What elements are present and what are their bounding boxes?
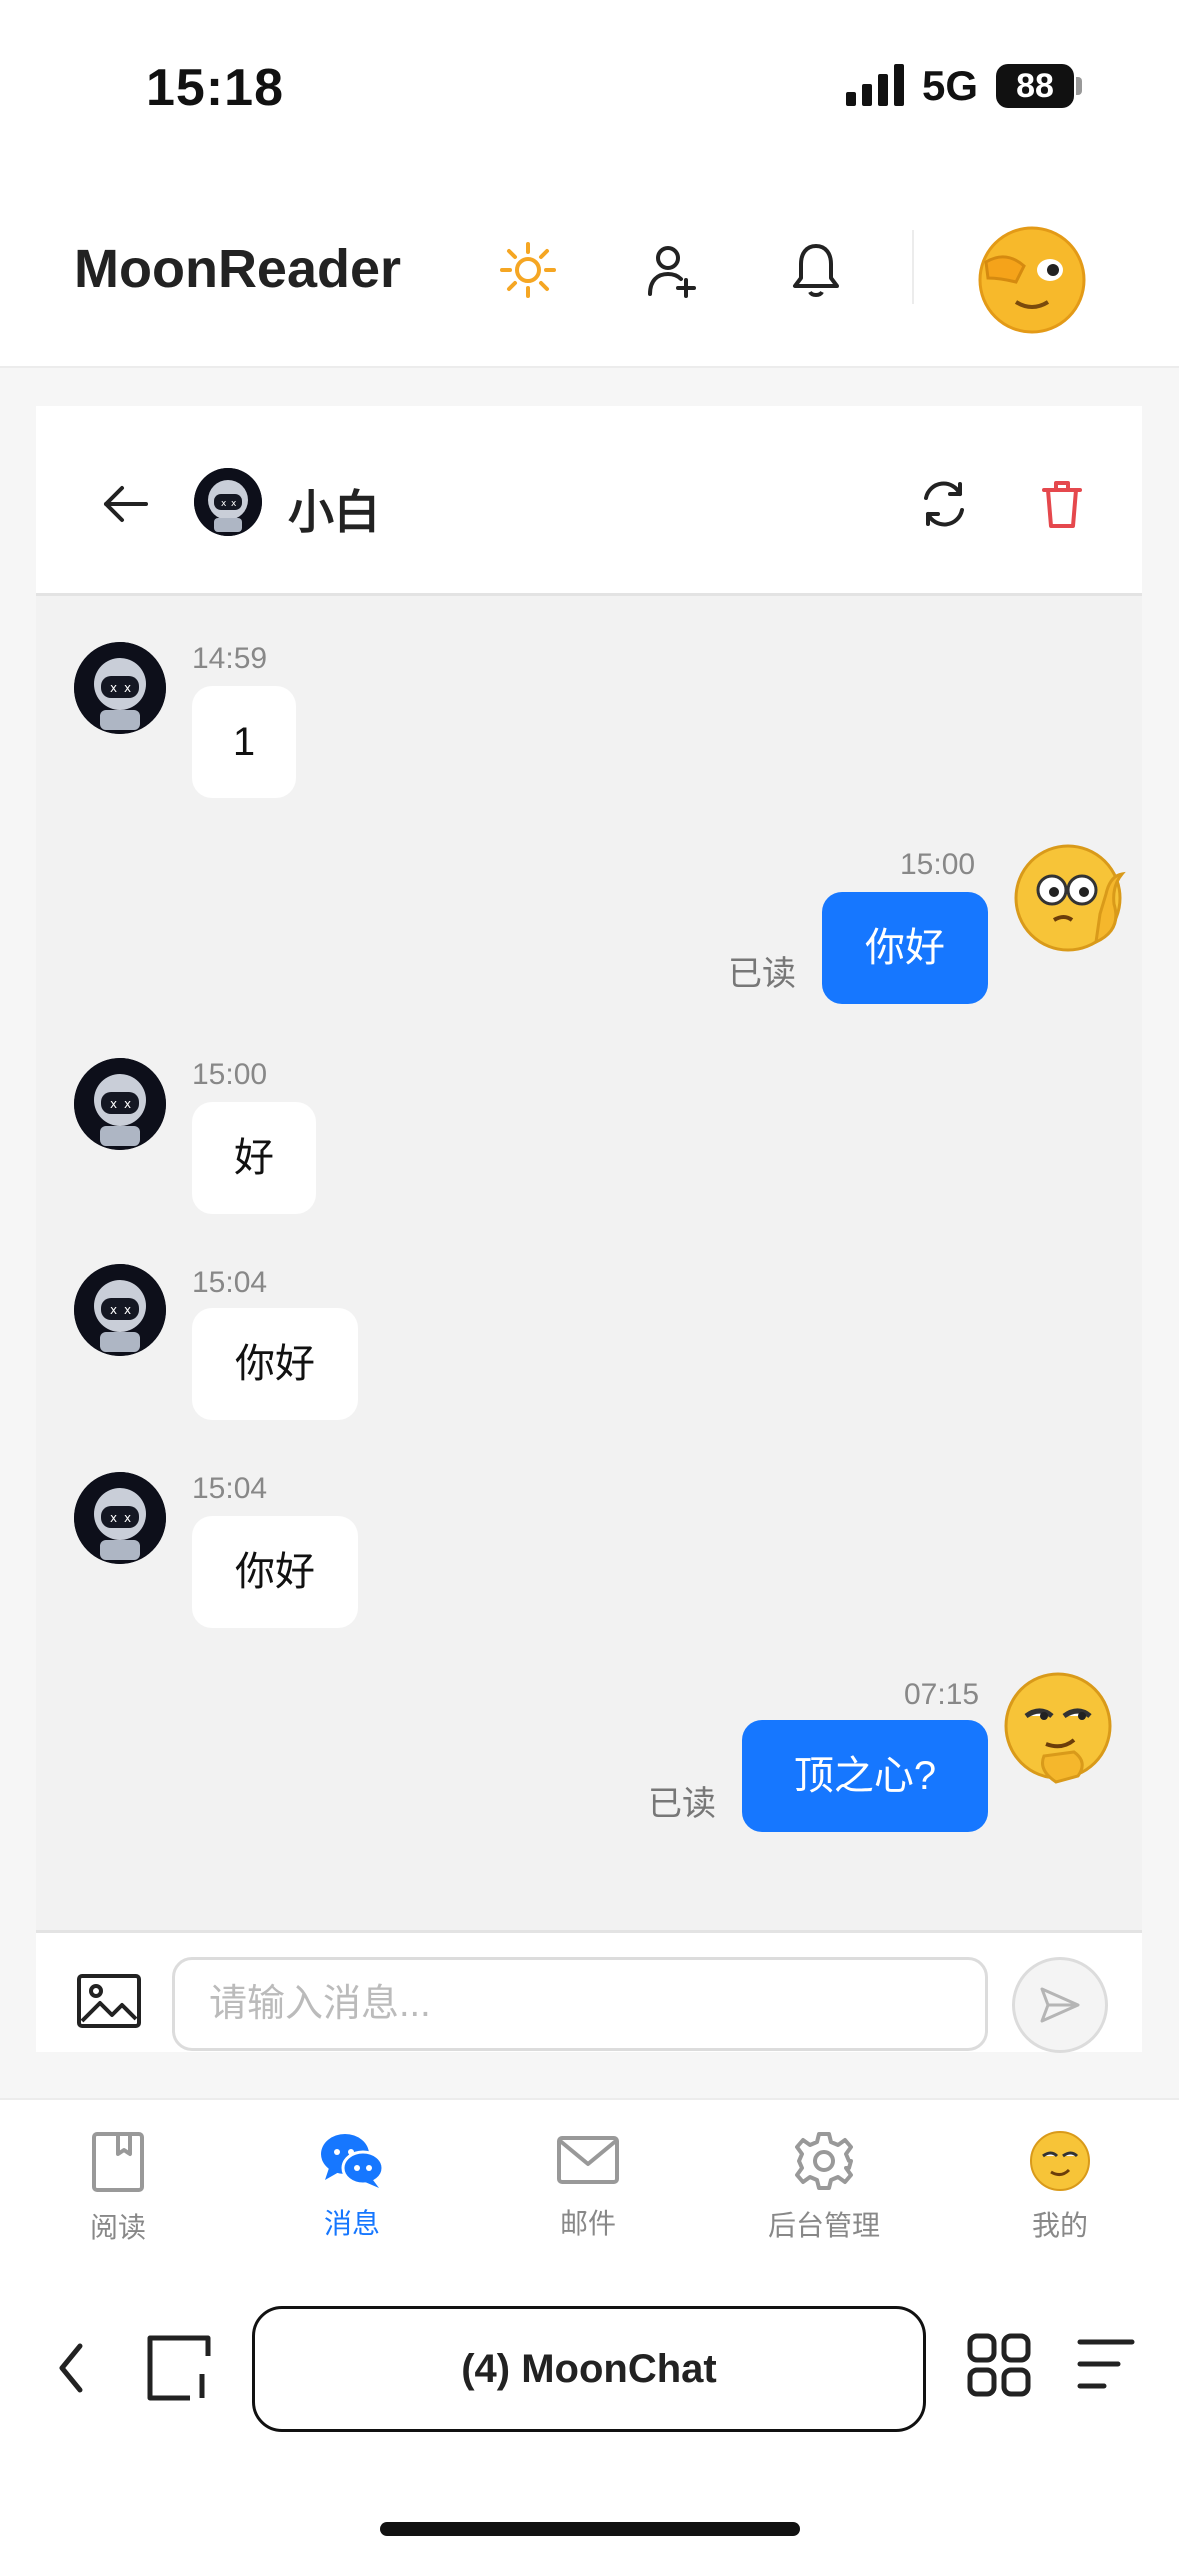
nav-item-messages[interactable]: 消息 (252, 2130, 452, 2250)
image-upload-icon[interactable] (76, 1973, 142, 2029)
contact-avatar[interactable]: x x (74, 1264, 166, 1356)
address-bar[interactable]: (4) MoonChat (252, 2306, 926, 2432)
contact-name: 小白 (288, 486, 380, 538)
nav-label: 后台管理 (767, 2210, 880, 2241)
svg-text:x: x (110, 1097, 117, 1111)
browser-toolbar: (4) MoonChat (0, 2278, 1179, 2556)
svg-text:x: x (124, 681, 131, 695)
read-status: 已读 (648, 1785, 716, 1823)
message-bubble-incoming[interactable]: 1 (192, 686, 296, 798)
message-time: 15:04 (192, 1266, 268, 1299)
page: 15:18 5G 88 MoonReader x x 小白 x x 14:59 … (0, 0, 1179, 2556)
chat-header: x x 小白 (36, 406, 1142, 596)
contact-avatar[interactable]: x x (194, 468, 262, 536)
thinking-emoji-avatar[interactable] (1010, 834, 1134, 958)
message-time: 15:00 (192, 1058, 268, 1091)
send-button[interactable] (1012, 1957, 1108, 2053)
smug-emoji-avatar[interactable] (998, 1666, 1122, 1790)
message-bubble-incoming[interactable]: 好 (192, 1102, 316, 1214)
svg-text:x: x (110, 1303, 117, 1317)
menu-icon[interactable] (1076, 2334, 1136, 2394)
nav-item-admin[interactable]: 后台管理 (724, 2130, 924, 2250)
app-title[interactable]: MoonReader (74, 238, 401, 300)
nav-item-mail[interactable]: 邮件 (488, 2130, 688, 2250)
nav-label: 阅读 (89, 2212, 146, 2243)
avatar-icon (1030, 2131, 1090, 2191)
home-indicator (380, 2522, 800, 2536)
nav-label: 消息 (323, 2208, 380, 2239)
read-status: 已读 (728, 955, 796, 993)
nav-item-profile[interactable]: 我的 (960, 2130, 1160, 2250)
network-label: 5G (922, 62, 979, 109)
message-time: 15:00 (900, 848, 976, 881)
contact-avatar[interactable]: x x (74, 642, 166, 734)
trash-icon[interactable] (1030, 472, 1094, 536)
nav-item-read[interactable]: 阅读 (18, 2130, 218, 2250)
message-bubble-outgoing[interactable]: 顶之心? (742, 1720, 988, 1832)
contact-avatar[interactable]: x x (74, 1058, 166, 1150)
svg-text:x: x (221, 499, 227, 509)
add-user-icon[interactable] (636, 234, 708, 306)
nav-label: 邮件 (559, 2208, 616, 2239)
status-time: 15:18 (146, 59, 284, 117)
refresh-icon[interactable] (912, 472, 976, 536)
message-time: 07:15 (904, 1678, 980, 1711)
svg-text:x: x (231, 499, 237, 509)
svg-text:x: x (110, 1511, 117, 1525)
chat-panel: x x 小白 x x 14:59 1 15:00 已读 你好 x x 15:00… (36, 406, 1142, 2053)
signal-icon (846, 64, 904, 106)
contact-avatar[interactable]: x x (74, 1472, 166, 1564)
battery-tip (1076, 77, 1082, 95)
svg-text:x: x (124, 1511, 131, 1525)
header-divider (912, 230, 914, 304)
message-composer: 请输入消息... (36, 1930, 1142, 2053)
message-bubble-incoming[interactable]: 你好 (192, 1516, 358, 1628)
book-icon (92, 2132, 144, 2192)
send-icon (1040, 1987, 1080, 2023)
svg-text:x: x (124, 1303, 131, 1317)
svg-text:x: x (124, 1097, 131, 1111)
browser-back-icon[interactable] (50, 2338, 94, 2398)
chat-icon (321, 2134, 385, 2188)
app-header: MoonReader (0, 170, 1179, 368)
tab-switch-icon[interactable] (146, 2334, 212, 2402)
message-input[interactable]: 请输入消息... (172, 1957, 988, 2051)
bell-icon[interactable] (780, 234, 852, 306)
battery-icon: 88 (996, 64, 1074, 108)
mail-icon (557, 2136, 619, 2184)
status-bar: 15:18 5G 88 (0, 0, 1179, 170)
message-bubble-incoming[interactable]: 你好 (192, 1308, 358, 1420)
grid-icon[interactable] (966, 2332, 1032, 2398)
message-time: 14:59 (192, 642, 268, 675)
message-list[interactable]: x x 14:59 1 15:00 已读 你好 x x 15:00 好 x x … (36, 596, 1142, 1930)
back-arrow-icon[interactable] (94, 472, 158, 536)
gear-icon (795, 2132, 853, 2190)
user-avatar[interactable] (976, 222, 1088, 334)
nav-label: 我的 (1031, 2210, 1088, 2241)
message-bubble-outgoing[interactable]: 你好 (822, 892, 988, 1004)
svg-text:x: x (110, 681, 117, 695)
theme-toggle-sun-icon[interactable] (492, 234, 564, 306)
message-time: 15:04 (192, 1472, 268, 1505)
bottom-navigation: 阅读 消息 邮件 后台管理 我的 (0, 2098, 1179, 2278)
